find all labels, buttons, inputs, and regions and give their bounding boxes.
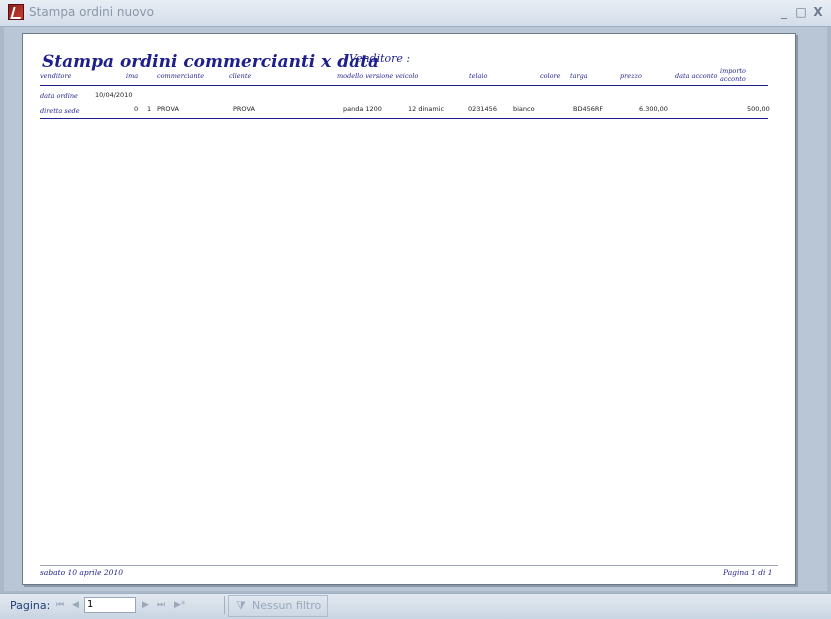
row-rule bbox=[40, 118, 768, 119]
row-telaio: 0231456 bbox=[468, 105, 497, 113]
header-ima: ima bbox=[126, 72, 139, 80]
footer-date: sabato 10 aprile 2010 bbox=[40, 568, 123, 577]
header-data-acconto: data acconto bbox=[675, 72, 718, 80]
header-acconto: acconto bbox=[720, 75, 746, 83]
row-acconto: 500,00 bbox=[747, 105, 770, 113]
first-page-button[interactable]: ⏮ bbox=[56, 600, 64, 610]
header-importo: importo bbox=[720, 67, 746, 75]
page-number-input[interactable]: 1 bbox=[84, 597, 136, 613]
row-colore: bianco bbox=[513, 105, 535, 113]
row-cliente: PROVA bbox=[233, 105, 255, 113]
preview-area[interactable]: Stampa ordini commercianti x data Vendit… bbox=[4, 27, 827, 591]
report-page: Stampa ordini commercianti x data Vendit… bbox=[22, 33, 796, 585]
row-versione: 12 dinamic bbox=[408, 105, 445, 113]
close-button[interactable]: X bbox=[810, 4, 826, 20]
filter-icon: ⧩ bbox=[236, 599, 246, 612]
page-label: Pagina: bbox=[10, 599, 51, 612]
report-title: Stampa ordini commercianti x data bbox=[42, 52, 380, 72]
header-telaio: telaio bbox=[469, 72, 488, 80]
header-rule bbox=[40, 85, 768, 86]
filter-label[interactable]: Nessun filtro bbox=[252, 599, 321, 612]
header-commerciante: commerciante bbox=[157, 72, 205, 80]
last-page-button[interactable]: ⏭ bbox=[157, 600, 165, 610]
maximize-button[interactable]: □ bbox=[793, 4, 809, 20]
row-col0: 0 bbox=[134, 105, 139, 113]
footer-page: Pagina 1 di 1 bbox=[723, 568, 773, 577]
row-col1: 1 bbox=[147, 105, 152, 113]
prev-page-button[interactable]: ◀ bbox=[72, 600, 79, 610]
separator bbox=[224, 596, 225, 614]
navigation-bar: Pagina: ⏮ ◀ 1 ▶ ⏭ ▶* ⧩ Nessun filtro bbox=[0, 593, 831, 619]
row-prezzo: 6.300,00 bbox=[639, 105, 668, 113]
footer-rule bbox=[40, 565, 778, 566]
header-modello-versione: modello versione veicolo bbox=[337, 72, 419, 80]
header-colore: colore bbox=[540, 72, 561, 80]
row-targa: BD456RF bbox=[573, 105, 604, 113]
next-page-button[interactable]: ▶ bbox=[142, 600, 149, 610]
title-bar: Stampa ordini nuovo _ □ X bbox=[0, 0, 831, 27]
minimize-button[interactable]: _ bbox=[776, 4, 792, 20]
header-prezzo: prezzo bbox=[620, 72, 642, 80]
venditore-label: Venditore : bbox=[349, 52, 411, 65]
data-ordine-label: data ordine bbox=[40, 92, 78, 100]
row-modello: panda 1200 bbox=[343, 105, 382, 113]
data-ordine-value: 10/04/2010 bbox=[95, 91, 133, 99]
header-venditore: venditore bbox=[40, 72, 72, 80]
diretta-sede-label: diretta sede bbox=[40, 107, 80, 115]
report-window: Stampa ordini nuovo _ □ X Stampa ordini … bbox=[0, 0, 831, 619]
header-cliente: cliente bbox=[229, 72, 252, 80]
window-title: Stampa ordini nuovo bbox=[29, 5, 154, 19]
header-targa: targa bbox=[570, 72, 588, 80]
access-app-icon bbox=[8, 4, 24, 20]
row-commerciante: PROVA bbox=[157, 105, 179, 113]
new-record-button[interactable]: ▶* bbox=[174, 600, 185, 610]
